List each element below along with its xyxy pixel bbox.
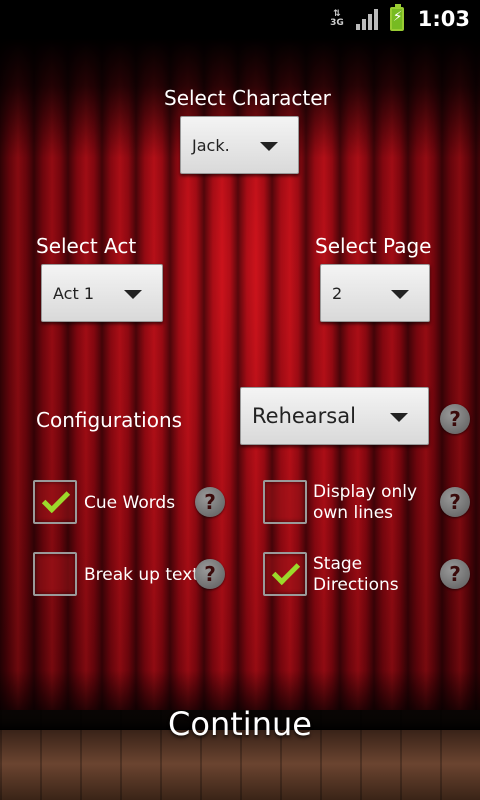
character-spinner[interactable]: Jack. — [180, 116, 299, 174]
configurations-help-icon[interactable]: ? — [440, 404, 470, 434]
signal-strength-icon — [355, 8, 378, 30]
stage-directions-checkbox[interactable] — [263, 552, 307, 596]
break-up-text-checkbox[interactable] — [33, 552, 77, 596]
character-value: Jack. — [192, 135, 230, 155]
chevron-down-icon — [390, 413, 408, 422]
network-type-text: 3G — [330, 18, 344, 28]
clock: 1:03 — [417, 7, 470, 31]
display-own-lines-checkbox[interactable] — [263, 480, 307, 524]
checkmark-icon — [271, 556, 301, 586]
chevron-down-icon — [124, 290, 142, 299]
act-spinner[interactable]: Act 1 — [41, 264, 163, 322]
select-page-label: Select Page — [315, 234, 432, 258]
stage-directions-help-icon[interactable]: ? — [440, 559, 470, 589]
battery-charging-icon: ⚡ — [389, 4, 404, 31]
act-value: Act 1 — [53, 283, 94, 303]
status-bar: ⇅ 3G ⚡ 1:03 — [0, 0, 480, 38]
cue-words-help-icon[interactable]: ? — [195, 487, 225, 517]
checkmark-icon — [41, 484, 71, 514]
break-up-text-label: Break up text — [84, 565, 199, 585]
page-value: 2 — [332, 283, 343, 303]
mode-value: Rehearsal — [252, 404, 356, 428]
cue-words-checkbox[interactable] — [33, 480, 77, 524]
stage-directions-label: Stage Directions — [313, 554, 399, 595]
mode-spinner[interactable]: Rehearsal — [240, 387, 429, 445]
select-act-label: Select Act — [36, 234, 137, 258]
display-own-lines-label: Display only own lines — [313, 482, 418, 523]
chevron-down-icon — [260, 142, 278, 151]
network-3g-icon: ⇅ 3G — [330, 9, 344, 28]
break-up-text-help-icon[interactable]: ? — [195, 559, 225, 589]
cue-words-label: Cue Words — [84, 493, 176, 513]
chevron-down-icon — [391, 290, 409, 299]
page-spinner[interactable]: 2 — [320, 264, 430, 322]
select-character-label: Select Character — [164, 86, 331, 110]
continue-button[interactable]: Continue — [0, 705, 480, 743]
display-own-lines-help-icon[interactable]: ? — [440, 487, 470, 517]
configurations-label: Configurations — [36, 408, 183, 432]
